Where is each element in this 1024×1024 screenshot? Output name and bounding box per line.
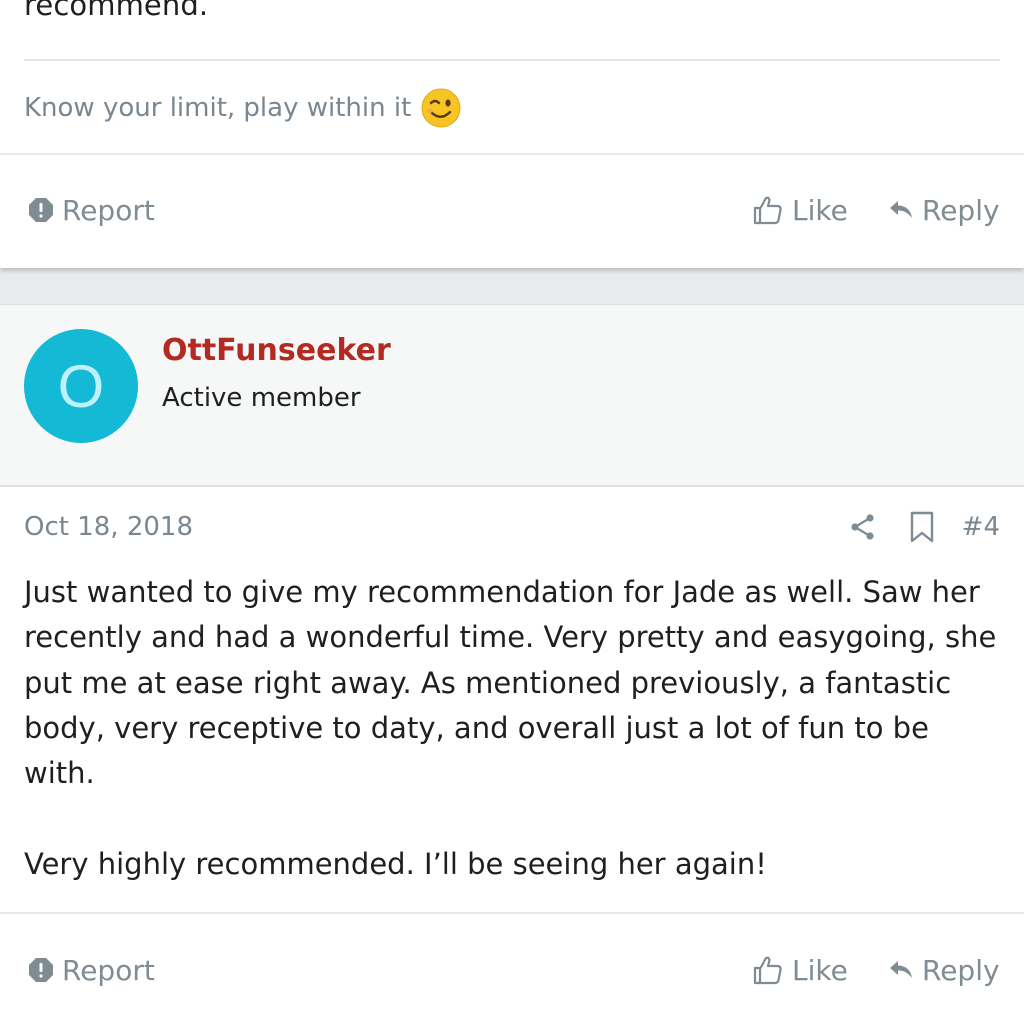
bookmark-icon[interactable] [908,511,936,547]
signature-text: Know your limit, play within it [24,93,412,123]
thumbs-up-icon [752,194,784,226]
like-label: Like [792,953,848,987]
post-footer-divider [0,153,1024,155]
reply-arrow-icon [888,197,914,223]
report-label: Report [62,193,155,227]
previous-post: recommend. Know your limit, play within … [0,0,1024,268]
winking-face-icon [421,88,461,128]
alert-icon [28,957,54,983]
reply-button[interactable]: Reply [888,940,1000,1000]
post-date[interactable]: Oct 18, 2018 [24,512,193,542]
previous-post-actions: Report Like Reply [0,180,1024,240]
reply-button[interactable]: Reply [888,180,1000,240]
report-button[interactable]: Report [28,940,155,1000]
post-permalink-number[interactable]: #4 [962,512,1000,542]
signature-divider [24,59,1000,61]
like-label: Like [792,193,848,227]
reply-arrow-icon [888,957,914,983]
post-actions: Report Like Reply [0,940,1024,1000]
post-footer-divider [0,912,1024,914]
previous-post-body: recommend. [24,0,209,22]
report-label: Report [62,953,155,987]
post-user-header: O OttFunseeker Active member [0,304,1024,487]
thread-page: recommend. Know your limit, play within … [0,0,1024,1024]
post-separator [0,268,1024,304]
reply-label: Reply [922,953,1000,987]
reply-label: Reply [922,193,1000,227]
signature: Know your limit, play within it [24,88,461,128]
user-title: Active member [162,383,361,413]
report-button[interactable]: Report [28,180,155,240]
share-icon[interactable] [848,512,878,546]
post-paragraph: Just wanted to give my recommendation fo… [24,575,997,791]
post-paragraph: Very highly recommended. I’ll be seeing … [24,846,767,881]
post-body: Just wanted to give my recommendation fo… [24,570,1000,887]
thumbs-up-icon [752,954,784,986]
alert-icon [28,197,54,223]
username-link[interactable]: OttFunseeker [162,333,391,368]
like-button[interactable]: Like [752,180,848,240]
avatar[interactable]: O [24,329,138,443]
like-button[interactable]: Like [752,940,848,1000]
